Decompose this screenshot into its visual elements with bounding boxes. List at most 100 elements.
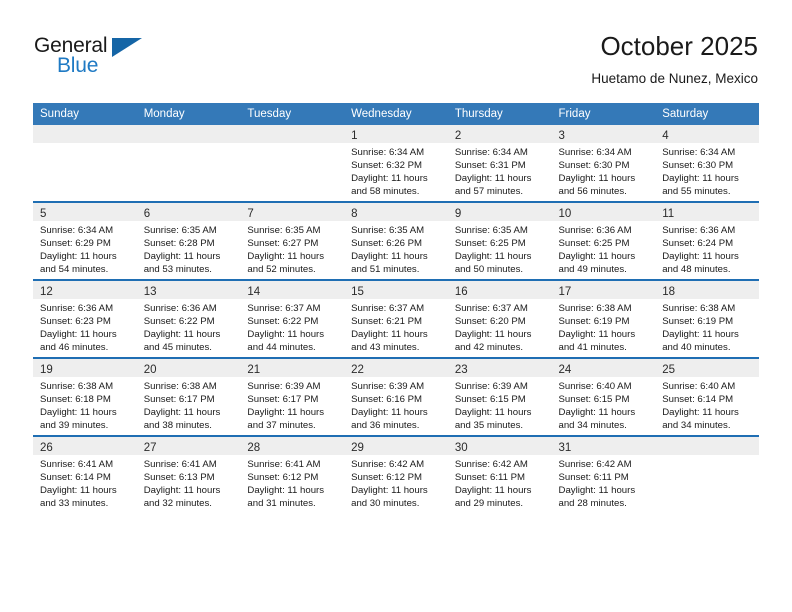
day-number-strip: 13	[136, 281, 241, 299]
daylight-duration-line1: Daylight: 11 hours	[558, 485, 636, 497]
calendar-day-cell[interactable]: 21 Sunrise: 6:39 AM Sunset: 6:17 PM Dayligh…	[240, 357, 345, 436]
sunset-time: Sunset: 6:31 PM	[454, 160, 526, 172]
day-number-strip: 2	[447, 125, 552, 143]
calendar-day-cell[interactable]: 13 Sunrise: 6:36 AM Sunset: 6:22 PM Dayligh…	[136, 279, 241, 358]
calendar-week-row: 19 Sunrise: 6:38 AM Sunset: 6:18 PM Dayligh…	[33, 357, 759, 436]
daylight-duration-line2: and 39 minutes.	[40, 420, 109, 432]
daylight-duration-line1: Daylight: 11 hours	[40, 485, 117, 497]
calendar-page: General Blue October 2025 Huetamo de Nun…	[0, 0, 792, 612]
calendar-day-cell[interactable]: 26 Sunrise: 6:41 AM Sunset: 6:14 PM Dayligh…	[33, 435, 137, 513]
sunset-time: Sunset: 6:16 PM	[351, 394, 423, 406]
calendar-day-cell[interactable]: 7 Sunrise: 6:35 AM Sunset: 6:27 PM Daylight…	[240, 201, 345, 280]
day-cell-details: Sunrise: 6:37 AM Sunset: 6:22 PM Daylight:…	[240, 299, 344, 354]
calendar-day-cell[interactable]: 12 Sunrise: 6:36 AM Sunset: 6:23 PM Dayligh…	[33, 279, 137, 358]
day-cell-details: Sunrise: 6:37 AM Sunset: 6:21 PM Daylight:…	[344, 299, 448, 354]
weekday-header-thursday: Thursday	[447, 103, 552, 125]
sunrise-time: Sunrise: 6:38 AM	[143, 381, 217, 392]
calendar-day-cell[interactable]: 28 Sunrise: 6:41 AM Sunset: 6:12 PM Dayligh…	[240, 435, 345, 513]
daylight-duration-line1: Daylight: 11 hours	[351, 173, 428, 185]
sunset-time: Sunset: 6:17 PM	[247, 394, 319, 406]
calendar-day-cell[interactable]: 10 Sunrise: 6:36 AM Sunset: 6:25 PM Dayligh…	[551, 201, 656, 280]
sunset-time: Sunset: 6:25 PM	[558, 238, 630, 250]
calendar-day-cell[interactable]: 5 Sunrise: 6:34 AM Sunset: 6:29 PM Daylight…	[33, 201, 137, 280]
daylight-duration-line2: and 57 minutes.	[454, 186, 524, 198]
calendar-day-cell[interactable]: 31 Sunrise: 6:42 AM Sunset: 6:11 PM Dayligh…	[551, 435, 656, 513]
day-number-strip: 20	[136, 359, 241, 377]
calendar-day-cell[interactable]: 30 Sunrise: 6:42 AM Sunset: 6:11 PM Dayligh…	[447, 435, 552, 513]
calendar-day-cell[interactable]: 15 Sunrise: 6:37 AM Sunset: 6:21 PM Dayligh…	[344, 279, 448, 358]
general-blue-logo[interactable]: General Blue	[34, 34, 164, 84]
day-cell-details: Sunrise: 6:35 AM Sunset: 6:26 PM Daylight:…	[344, 221, 448, 276]
day-number-strip: 17	[551, 281, 656, 299]
sunset-time: Sunset: 6:20 PM	[454, 316, 526, 328]
day-number-strip: 28	[240, 437, 345, 455]
daylight-duration-line1: Daylight: 11 hours	[40, 407, 117, 419]
day-cell-details: Sunrise: 6:35 AM Sunset: 6:27 PM Daylight:…	[240, 221, 344, 276]
calendar-day-cell[interactable]: 9 Sunrise: 6:35 AM Sunset: 6:25 PM Daylight…	[447, 201, 552, 280]
calendar-day-cell[interactable]: 1 Sunrise: 6:34 AM Sunset: 6:32 PM Daylight…	[344, 125, 448, 202]
sunset-time: Sunset: 6:23 PM	[40, 316, 111, 328]
calendar-day-cell[interactable]: 16 Sunrise: 6:37 AM Sunset: 6:20 PM Dayligh…	[447, 279, 552, 358]
day-number-strip: 18	[655, 281, 759, 299]
sunset-time: Sunset: 6:12 PM	[247, 472, 319, 484]
day-cell-details: Sunrise: 6:41 AM Sunset: 6:13 PM Daylight:…	[137, 455, 241, 510]
day-cell-details: Sunrise: 6:42 AM Sunset: 6:12 PM Daylight:…	[344, 455, 448, 510]
day-number-strip: 12	[33, 281, 137, 299]
calendar-day-cell[interactable]: 19 Sunrise: 6:38 AM Sunset: 6:18 PM Dayligh…	[33, 357, 137, 436]
day-number-strip: 21	[240, 359, 345, 377]
daylight-duration-line1: Daylight: 11 hours	[662, 407, 739, 419]
day-cell-details: Sunrise: 6:34 AM Sunset: 6:30 PM Daylight:…	[655, 143, 759, 198]
daylight-duration-line2: and 40 minutes.	[662, 342, 731, 354]
day-number-strip: 3	[551, 125, 656, 143]
calendar-day-cell[interactable]: 27 Sunrise: 6:41 AM Sunset: 6:13 PM Dayligh…	[136, 435, 241, 513]
day-number: 19	[40, 364, 53, 376]
day-cell-details: Sunrise: 6:40 AM Sunset: 6:14 PM Daylight:…	[655, 377, 759, 432]
sunrise-time: Sunrise: 6:36 AM	[662, 225, 736, 236]
daylight-duration-line1: Daylight: 11 hours	[247, 251, 325, 263]
daylight-duration-line2: and 31 minutes.	[247, 498, 316, 510]
sunset-time: Sunset: 6:19 PM	[662, 316, 734, 328]
day-number: 22	[351, 364, 364, 376]
calendar-day-cell[interactable]: 14 Sunrise: 6:37 AM Sunset: 6:22 PM Dayligh…	[240, 279, 345, 358]
calendar-day-cell[interactable]: 18 Sunrise: 6:38 AM Sunset: 6:19 PM Dayligh…	[655, 279, 759, 358]
sunset-time: Sunset: 6:19 PM	[558, 316, 630, 328]
daylight-duration-line2: and 45 minutes.	[143, 342, 212, 354]
daylight-duration-line1: Daylight: 11 hours	[40, 329, 117, 341]
calendar-day-cell[interactable]: 11 Sunrise: 6:36 AM Sunset: 6:24 PM Dayligh…	[655, 201, 759, 280]
sunrise-time: Sunrise: 6:38 AM	[662, 303, 736, 314]
sunset-time: Sunset: 6:30 PM	[662, 160, 734, 172]
day-number: 10	[558, 208, 572, 220]
day-cell-details: Sunrise: 6:38 AM Sunset: 6:19 PM Daylight:…	[552, 299, 656, 354]
daylight-duration-line2: and 28 minutes.	[558, 498, 627, 510]
calendar-day-cell[interactable]: 23 Sunrise: 6:39 AM Sunset: 6:15 PM Dayligh…	[447, 357, 552, 436]
calendar-day-cell[interactable]: 25 Sunrise: 6:40 AM Sunset: 6:14 PM Dayligh…	[655, 357, 759, 436]
calendar-day-cell[interactable]: 8 Sunrise: 6:35 AM Sunset: 6:26 PM Daylight…	[344, 201, 448, 280]
daylight-duration-line1: Daylight: 11 hours	[247, 407, 325, 419]
calendar-day-cell[interactable]: 2 Sunrise: 6:34 AM Sunset: 6:31 PM Daylight…	[447, 125, 552, 202]
sunrise-time: Sunrise: 6:35 AM	[454, 225, 528, 236]
calendar-day-cell[interactable]: 24 Sunrise: 6:40 AM Sunset: 6:15 PM Dayligh…	[551, 357, 656, 436]
day-cell-details: Sunrise: 6:39 AM Sunset: 6:16 PM Daylight:…	[344, 377, 448, 432]
calendar-day-cell[interactable]: 3 Sunrise: 6:34 AM Sunset: 6:30 PM Daylight…	[551, 125, 656, 202]
page-header: General Blue October 2025 Huetamo de Nun…	[0, 0, 792, 100]
calendar-day-cell[interactable]: 20 Sunrise: 6:38 AM Sunset: 6:17 PM Dayligh…	[136, 357, 241, 436]
day-number: 9	[454, 208, 462, 220]
daylight-duration-line2: and 58 minutes.	[351, 186, 420, 198]
sunrise-time: Sunrise: 6:34 AM	[558, 147, 632, 158]
day-number-strip: 31	[551, 437, 656, 455]
day-number-strip: 15	[344, 281, 448, 299]
calendar-day-cell-empty	[33, 125, 137, 202]
day-number: 16	[454, 286, 468, 298]
calendar-day-cell[interactable]: 29 Sunrise: 6:42 AM Sunset: 6:12 PM Dayligh…	[344, 435, 448, 513]
daylight-duration-line2: and 46 minutes.	[40, 342, 109, 354]
day-cell-details: Sunrise: 6:36 AM Sunset: 6:22 PM Daylight:…	[137, 299, 241, 354]
calendar-day-cell[interactable]: 22 Sunrise: 6:39 AM Sunset: 6:16 PM Dayligh…	[344, 357, 448, 436]
sunset-time: Sunset: 6:29 PM	[40, 238, 111, 250]
day-number-strip: 6	[136, 203, 241, 221]
calendar-week-row: 1 Sunrise: 6:34 AM Sunset: 6:32 PM Daylight…	[33, 125, 759, 202]
day-number-strip: 5	[33, 203, 137, 221]
calendar-day-cell[interactable]: 4 Sunrise: 6:34 AM Sunset: 6:30 PM Daylight…	[655, 125, 759, 202]
calendar-day-cell[interactable]: 6 Sunrise: 6:35 AM Sunset: 6:28 PM Daylight…	[136, 201, 241, 280]
daylight-duration-line1: Daylight: 11 hours	[662, 251, 739, 263]
calendar-day-cell[interactable]: 17 Sunrise: 6:38 AM Sunset: 6:19 PM Dayligh…	[551, 279, 656, 358]
